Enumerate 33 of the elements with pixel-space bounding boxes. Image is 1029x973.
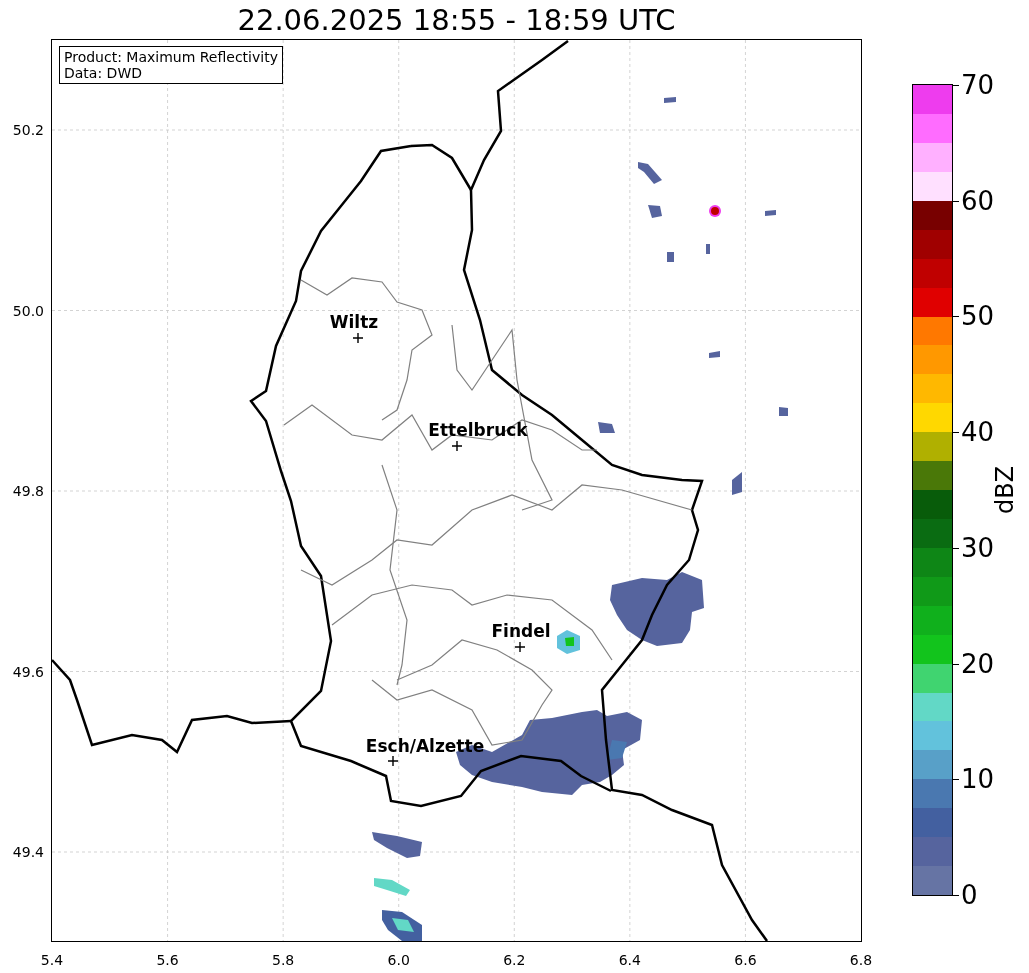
- chart-title: 22.06.2025 18:55 - 18:59 UTC: [236, 2, 677, 39]
- place-label: Findel: [491, 620, 551, 644]
- x-axis-tick-label: 5.8: [272, 951, 295, 970]
- info-text: Product: Maximum Reflectivity: [64, 49, 278, 65]
- colorbar-tick-label: 30: [961, 533, 995, 562]
- colorbar-tick-label: 0: [961, 881, 978, 909]
- location-marker-icon: [451, 440, 463, 452]
- y-axis-tick-label: 49.4: [12, 844, 44, 860]
- y-axis-tick-label: 49.6: [12, 663, 44, 680]
- place-label: Wiltz: [329, 311, 379, 335]
- x-axis-tick-label: 6.2: [503, 951, 526, 970]
- colorbar-tick-label: 40: [961, 418, 995, 447]
- place-label: Ettelbruck: [428, 419, 528, 443]
- location-marker-icon: [514, 641, 526, 653]
- location-marker-icon: [387, 755, 399, 767]
- colorbar-tick-label: 60: [961, 186, 995, 215]
- y-axis-tick-label: 50.0: [12, 302, 44, 319]
- place-label: Esch/Alzette: [365, 735, 485, 759]
- colorbar-title: dBZ: [990, 465, 1021, 515]
- y-axis-tick-label: 49.8: [12, 483, 44, 499]
- colorbar-tick-label: 20: [961, 649, 995, 678]
- x-axis-tick-label: 5.6: [156, 951, 179, 970]
- info-text: Data: DWD: [64, 65, 143, 81]
- x-axis-tick-label: 6.6: [734, 951, 757, 970]
- x-axis-tick-label: 5.4: [40, 951, 64, 970]
- colorbar-tick-label: 70: [961, 71, 995, 99]
- x-axis-tick-label: 6.8: [849, 951, 873, 970]
- x-axis-tick-label: 6.4: [618, 951, 641, 970]
- y-axis-tick-label: 50.2: [12, 122, 44, 138]
- location-marker-icon: [352, 332, 364, 344]
- colorbar-tick-label: 10: [961, 765, 995, 794]
- colorbar-tick-label: 50: [961, 302, 995, 331]
- x-axis-tick-label: 6.0: [387, 951, 410, 970]
